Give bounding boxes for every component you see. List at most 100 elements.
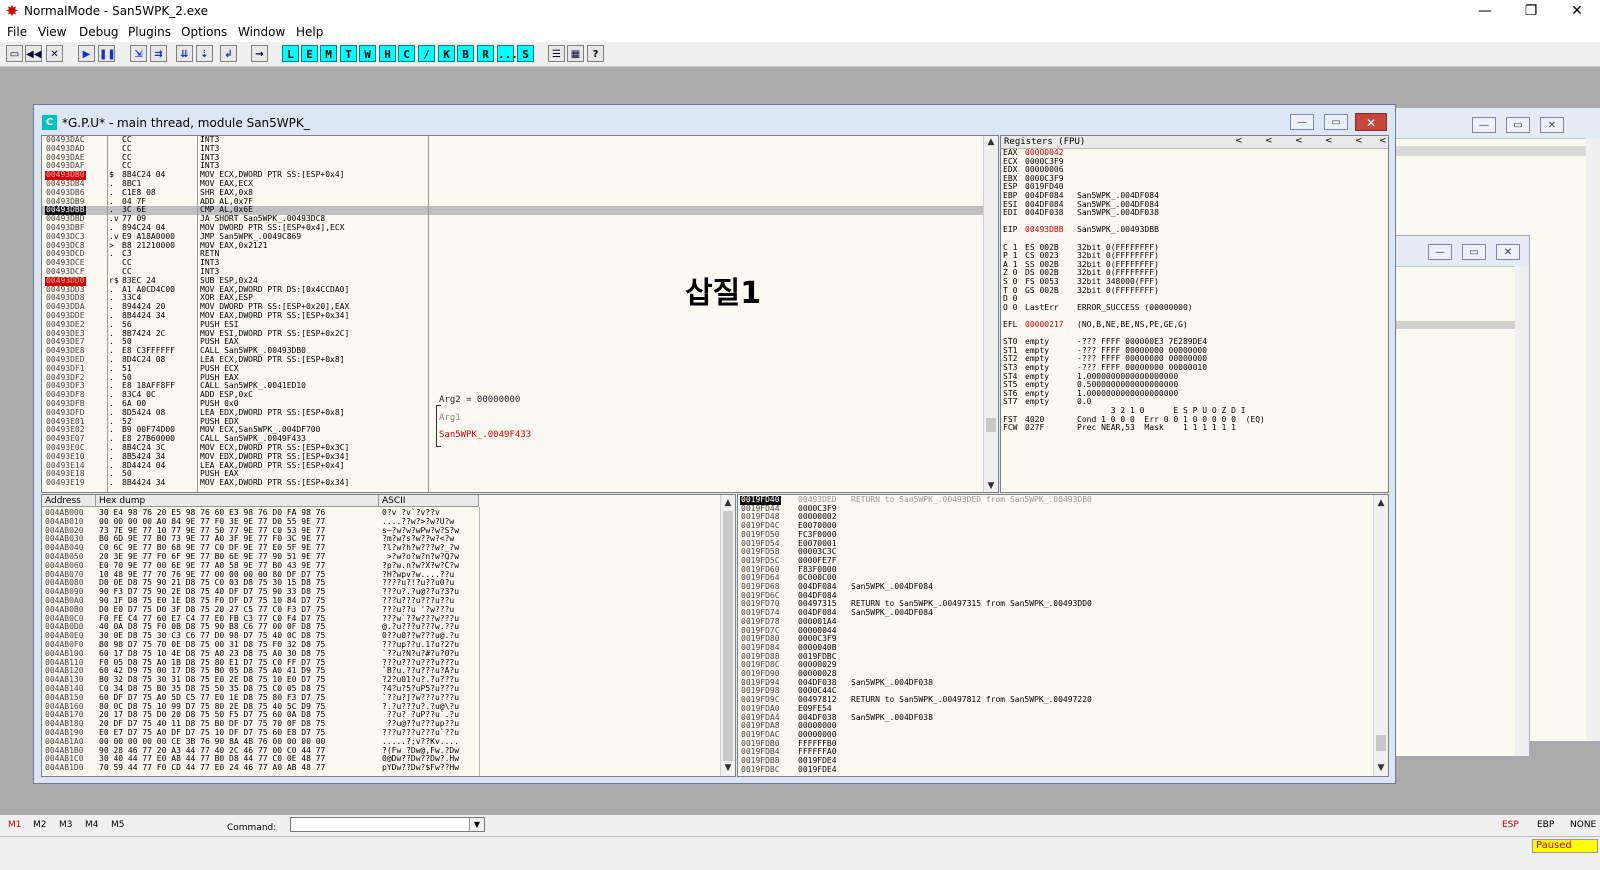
disasm-row[interactable]: 00493DCE CC INT3: [42, 258, 986, 268]
stack-row[interactable]: 0019FDBC 0019FDE4: [738, 765, 1374, 775]
run-icon[interactable]: ▶: [78, 45, 95, 62]
background-window-2[interactable]: — ▭ ✕: [1393, 235, 1530, 757]
stack-row[interactable]: 0019FD9C 00497812 RETURN to San5WPK_.00497…: [738, 695, 1374, 705]
disasm-row[interactable]: 00493DED. 8D4C24 08 LEA ECX,DWORD PTR SS:[…: [42, 355, 986, 365]
disasm-row[interactable]: 00493DF2. 50 PUSH EAX: [42, 373, 986, 383]
disasm-row[interactable]: 00493DE7. 50 PUSH EAX: [42, 338, 986, 347]
marker-m3[interactable]: M3: [59, 820, 73, 830]
disasm-row[interactable]: 00493DB4. 8BC1 MOV EAX,ECX: [42, 179, 986, 189]
disasm-row[interactable]: 00493E19. 8B4424 34 MOV EAX,DWORD PTR SS:[…: [42, 478, 986, 488]
menu-help[interactable]: Help: [296, 25, 323, 39]
restore-icon[interactable]: ▭: [1462, 244, 1486, 260]
restart-icon[interactable]: ◀◀: [25, 45, 42, 62]
close-icon[interactable]: ✕: [1540, 117, 1564, 133]
trace-into-icon[interactable]: ⇊: [176, 45, 193, 62]
scroll-up-icon[interactable]: ▲: [1375, 497, 1387, 509]
disasm-row[interactable]: 00493DF3. E8 18AFF8FF CALL San5WPK_.0041ED…: [42, 382, 986, 391]
menu-plugins[interactable]: Plugins: [128, 25, 171, 39]
disasm-row[interactable]: 00493DC8 > B8 21210000 MOV EAX,0x2121: [42, 241, 986, 251]
step-over-icon[interactable]: ⇉: [150, 45, 167, 62]
executable-modules-button[interactable]: E: [301, 45, 318, 62]
disassembly-scrollbar[interactable]: ▲ ▼: [983, 136, 998, 492]
disasm-row[interactable]: 00493DF1. 51 PUSH ECX: [42, 364, 986, 374]
disasm-row[interactable]: 00493DB9. 04 7F ADD AL,0x7F: [42, 197, 986, 207]
disasm-row[interactable]: 00493DD0 r$ 83EC 24 SUB ESP,0x24: [42, 276, 986, 286]
register-row[interactable]: ST4 empty 1.0000000000000000000: [1001, 372, 1376, 382]
log-window-button[interactable]: L: [282, 45, 299, 62]
none-label[interactable]: NONE: [1570, 820, 1596, 830]
memory-map-button[interactable]: M: [320, 45, 337, 62]
stack-pane[interactable]: 0019FD40 00493DED RETURN to San5WPK_.00493…: [737, 494, 1389, 777]
threads-button[interactable]: T: [340, 45, 357, 62]
disasm-row[interactable]: 00493DAE CC INT3: [42, 153, 986, 163]
disasm-row[interactable]: 00493E18. 50 PUSH EAX: [42, 470, 986, 479]
nav-left-icon[interactable]: <: [1235, 136, 1243, 146]
goto-icon[interactable]: →: [251, 45, 268, 62]
minimize-button[interactable]: —: [1462, 0, 1508, 22]
address-column-header[interactable]: Address: [42, 495, 96, 507]
nav-left-icon[interactable]: <: [1379, 136, 1387, 146]
marker-m4[interactable]: M4: [85, 820, 99, 830]
dump-scrollbar[interactable]: ▲ ▼: [720, 495, 735, 776]
references-button[interactable]: R: [477, 45, 494, 62]
list-icon[interactable]: ☰: [548, 45, 565, 62]
scroll-thumb[interactable]: [1376, 735, 1386, 751]
close-file-icon[interactable]: ✕: [46, 45, 63, 62]
scroll-up-icon[interactable]: ▲: [722, 497, 734, 509]
disassembly-pane[interactable]: 00493DAC CC INT3 00493DAD CC INT3 00493DAE CC IN…: [41, 135, 999, 493]
windows-button[interactable]: W: [359, 45, 376, 62]
close-button[interactable]: ✕: [1554, 0, 1600, 22]
nav-left-icon[interactable]: <: [1325, 136, 1333, 146]
restore-icon[interactable]: ▭: [1506, 117, 1530, 133]
menu-file[interactable]: File: [7, 25, 27, 39]
trace-over-icon[interactable]: ⇣: [196, 45, 213, 62]
minimize-icon[interactable]: —: [1290, 114, 1314, 130]
disasm-row[interactable]: 00493E0C. 8B4C24 3C MOV ECX,DWORD PTR SS:[…: [42, 443, 986, 453]
scroll-down-icon[interactable]: ▼: [722, 762, 734, 774]
step-into-icon[interactable]: ⇲: [130, 45, 147, 62]
scroll-down-icon[interactable]: ▼: [985, 480, 997, 492]
register-row[interactable]: T 0 GS 002B 32bit 0(FFFFFFFF): [1001, 286, 1376, 296]
disasm-row[interactable]: 00493DDE. 8B4424 34 MOV EAX,DWORD PTR SS:[…: [42, 311, 986, 321]
run-trace-button[interactable]: ...: [497, 45, 518, 62]
marker-m5[interactable]: M5: [111, 820, 125, 830]
background-window-2-titlebar[interactable]: — ▭ ✕: [1394, 236, 1529, 267]
register-row[interactable]: ST3 empty -??? FFFF 00000000 00000010: [1001, 363, 1376, 373]
ascii-column-header[interactable]: ASCII: [379, 495, 479, 507]
disasm-row[interactable]: 00493DAC CC INT3: [42, 136, 986, 145]
register-row[interactable]: ST5 empty 0.5000000000000000000: [1001, 380, 1376, 390]
disasm-row[interactable]: 00493DBB. 3C 6E CMP AL,0x6E: [42, 206, 986, 216]
chevron-down-icon[interactable]: ▼: [469, 818, 484, 831]
minimize-icon[interactable]: —: [1428, 244, 1452, 260]
execute-till-return-icon[interactable]: ↲: [220, 45, 237, 62]
scrollbar[interactable]: [1586, 138, 1600, 741]
disasm-row[interactable]: 00493E10. 8B5424 34 MOV EDX,DWORD PTR SS:[…: [42, 452, 986, 462]
marker-m1[interactable]: M1: [8, 820, 22, 830]
disasm-row[interactable]: 00493DCD. C3 RETN: [42, 250, 986, 259]
maximize-button[interactable]: ❐: [1508, 0, 1554, 22]
disasm-row[interactable]: 00493E01. 52 PUSH EDX: [42, 417, 986, 427]
source-button[interactable]: S: [517, 45, 534, 62]
menu-window[interactable]: Window: [238, 25, 285, 39]
cpu-button[interactable]: C: [398, 45, 415, 62]
call-stack-button[interactable]: K: [438, 45, 455, 62]
scrollbar[interactable]: [1515, 266, 1529, 756]
disasm-row[interactable]: 00493DE2. 56 PUSH ESI: [42, 320, 986, 330]
esp-label[interactable]: ESP: [1502, 820, 1519, 830]
disasm-row[interactable]: 00493DDA. 894424 20 MOV DWORD PTR SS:[ESP+…: [42, 302, 986, 312]
disasm-row[interactable]: 00493DE8. E8 C3FFFFFF CALL San5WPK_.00493D…: [42, 346, 986, 356]
disasm-row[interactable]: 00493DAD CC INT3: [42, 144, 986, 154]
scroll-up-icon[interactable]: ▲: [985, 136, 997, 148]
menu-view[interactable]: View: [38, 25, 66, 39]
menu-options[interactable]: Options: [181, 25, 227, 39]
disasm-row[interactable]: 00493DAF CC INT3: [42, 162, 986, 171]
close-icon[interactable]: ✕: [1355, 113, 1387, 131]
register-row[interactable]: EDI 004DF038 San5WPK_.004DF038: [1001, 208, 1376, 218]
nav-left-icon[interactable]: <: [1265, 136, 1273, 146]
dump-row[interactable]: 004AB1D0 70 59 44 77 F0 CD 44 77 E0 24 46…: [42, 763, 722, 773]
register-row[interactable]: O 0 LastErr ERROR_SUCCESS (00000000): [1001, 303, 1376, 313]
menu-debug[interactable]: Debug: [79, 25, 118, 39]
grid-icon[interactable]: ▦: [567, 45, 584, 62]
nav-left-icon[interactable]: <: [1355, 136, 1363, 146]
pause-icon[interactable]: ❚❚: [98, 45, 116, 62]
